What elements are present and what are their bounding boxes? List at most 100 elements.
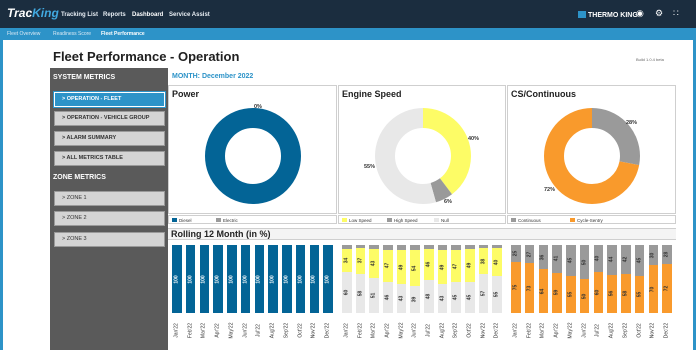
data-label-low-speed-feb-22: 37 [357,258,363,264]
bar-high-speed-apr-22 [383,245,393,250]
tab-readiness-score[interactable]: Readiness Score [53,31,91,37]
nav-tracking-list[interactable]: Tracking List [61,12,98,18]
data-label-null-nov-22: 57 [480,290,486,297]
data-label-null-may-22: 43 [398,295,404,302]
data-label-continuous-jul-22: 40 [594,255,601,262]
data-label-continuous-sep-22: 42 [622,256,629,263]
data-label-low-speed-aug-22: 49 [439,264,445,270]
data-label-continuous-mar-22: 36 [539,254,546,261]
data-label-diesel-feb-22: 100 [187,274,194,284]
engine-speed-panel: Engine Speed 40% 6% 55% [338,85,506,214]
data-label-continuous-may-22: 45 [567,257,574,264]
data-label-low-speed-jun-22: 54 [411,265,418,271]
headset-icon[interactable]: ◉ [636,8,644,19]
data-label-cycle-sentry-jul-22: 60 [594,289,601,296]
nav-dashboard[interactable]: Dashboard [132,12,163,18]
logo-text: Trac [7,6,33,20]
data-label-continuous-nov-22: 30 [649,252,656,258]
data-label-continuous-oct-22: 45 [636,257,643,264]
data-label-low-speed-sep-22: 47 [452,263,459,270]
tab-fleet-overview[interactable]: Fleet Overview [7,31,40,37]
data-label-low-speed-nov-22: 38 [480,258,486,265]
bar-high-speed-dec-22 [492,245,502,249]
x-tick-aug-22: Aug'22 [269,322,276,339]
sidebar-item-zone-3[interactable]: > ZONE 3 [54,232,165,247]
bar-high-speed-aug-22 [437,245,448,251]
data-label-low-speed-jul-22: 46 [425,261,432,268]
sidebar-item-alarm-summary[interactable]: > ALARM SUMMARY [54,131,165,146]
x-tick-sep-22: Sep'22 [283,322,290,339]
data-label-null-mar-22: 51 [370,292,377,299]
sidebar-item-all-metrics-table[interactable]: > ALL METRICS TABLE [54,151,165,166]
data-label-cycle-sentry-oct-22: 55 [636,291,643,298]
data-label-continuous-jun-22: 50 [581,259,588,265]
data-label-diesel-mar-22: 100 [200,274,207,284]
x-tick-aug-22: Aug'22 [439,322,445,339]
data-label-null-aug-22: 43 [439,295,445,302]
data-label-null-sep-22: 45 [452,294,459,301]
x-tick-may-22: May'22 [567,322,574,339]
bar-high-speed-jun-22 [410,245,420,250]
data-label-cycle-sentry-apr-22: 59 [553,290,560,296]
power-slice-diesel [205,108,301,204]
engine-speed-donut-chart [375,108,471,204]
sidebar-item-operation-vehicle-group[interactable]: > OPERATION - VEHICLE GROUP [54,111,165,126]
legend-null: Null [434,218,449,223]
data-label-diesel-jun-22: 100 [242,274,249,284]
x-tick-jul-22: Jul'22 [255,324,262,337]
x-tick-jul-22: Jul'22 [425,324,432,337]
system-metrics-heading: SYSTEM METRICS [53,74,116,81]
cs-continuous-title: CS/Continuous [511,89,576,99]
tracking-logo[interactable]: TracKing [7,6,59,20]
x-tick-oct-22: Oct'22 [466,323,473,338]
x-tick-dec-22: Dec'22 [324,322,331,339]
x-tick-oct-22: Oct'22 [636,323,643,338]
rolling-12-month-header: Rolling 12 Month (in %) [168,228,676,240]
cs-continuous-rolling-chart: 75 25 Jan'22 73 27 Feb'22 64 36 Mar'22 59 41 Apr'22… [507,241,676,350]
data-label-diesel-sep-22: 100 [283,274,290,284]
top-navigation-bar: TracKing Tracking List Reports Dashboard… [0,0,696,28]
data-label-diesel-oct-22: 100 [297,274,304,284]
brand-label: THERMO KING [588,12,638,19]
x-tick-feb-22: Feb'22 [526,322,533,339]
legend-high-speed: High Speed [387,218,418,223]
bar-high-speed-sep-22 [451,245,461,251]
power-title: Power [172,89,200,99]
zone-metrics-heading: ZONE METRICS [53,174,106,181]
sidebar-item-operation-fleet[interactable]: > OPERATION - FLEET [54,92,165,107]
bar-high-speed-jul-22 [424,245,434,250]
logo-text-accent: King [32,6,59,20]
x-tick-mar-22: Mar'22 [200,322,207,339]
apps-grid-icon[interactable]: ∷ [673,8,679,19]
thermo-king-icon [578,11,586,18]
x-tick-feb-22: Feb'22 [187,322,194,339]
x-tick-sep-22: Sep'22 [622,322,629,339]
data-label-null-feb-22: 58 [357,290,363,297]
data-label-null-jan-22: 60 [343,289,350,296]
rolling-12-month-title: Rolling 12 Month (in %) [171,229,271,239]
nav-reports[interactable]: Reports [103,12,126,18]
bar-high-speed-oct-22 [465,245,475,250]
bar-high-speed-feb-22 [355,245,366,249]
settings-icon[interactable]: ⚙ [655,8,663,19]
power-panel: Power 0% [168,85,337,214]
x-tick-dec-22: Dec'22 [493,322,500,339]
data-label-cycle-sentry-aug-22: 56 [608,291,615,297]
nav-service-assist[interactable]: Service Assist [169,12,210,18]
sidebar-item-zone-2[interactable]: > ZONE 2 [54,211,165,226]
bar-high-speed-jan-22 [342,245,352,250]
data-label-null-oct-22: 45 [466,294,473,301]
data-label-continuous-jan-22: 25 [512,250,519,257]
data-label-diesel-jan-22: 100 [173,274,180,284]
sidebar-item-zone-1[interactable]: > ZONE 1 [54,191,165,206]
page-title: Fleet Performance - Operation [53,49,240,64]
data-label-cycle-sentry-feb-22: 73 [526,285,533,291]
engine-high-speed-value: 6% [444,199,452,205]
engine-speed-legend: Low Speed High Speed Null [338,215,506,224]
data-label-low-speed-oct-22: 49 [466,262,473,269]
x-tick-nov-22: Nov'22 [480,322,486,339]
sub-navigation: Fleet Overview Readiness Score Fleet Per… [0,28,696,40]
bar-high-speed-may-22 [396,245,407,251]
tab-fleet-performance[interactable]: Fleet Performance [101,31,145,37]
data-label-continuous-aug-22: 44 [608,257,615,263]
